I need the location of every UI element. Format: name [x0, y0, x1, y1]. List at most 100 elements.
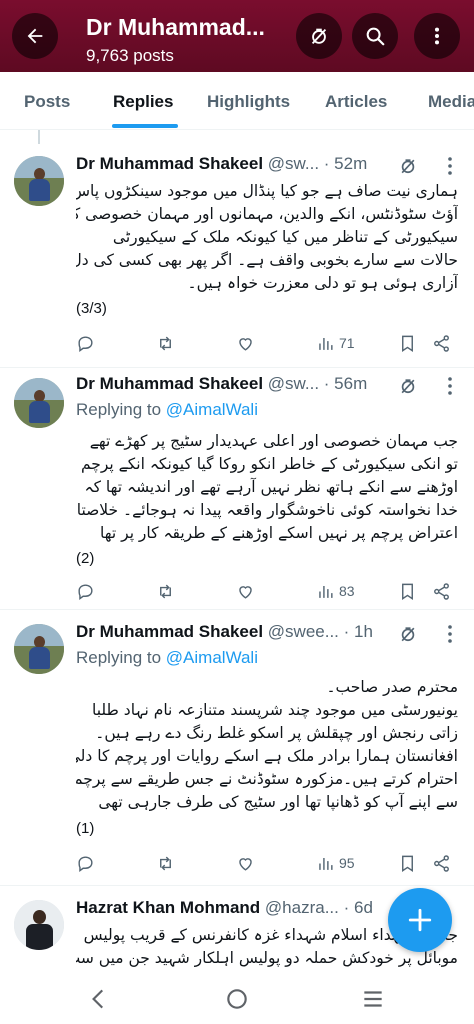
tweet-text-line: تو انکی سیکیورٹی کے خاطر انکو روکا گیا ک…: [80, 455, 458, 473]
views-count: 83: [339, 583, 355, 599]
more-icon[interactable]: [446, 376, 454, 396]
nav-recents-icon[interactable]: [360, 986, 386, 1012]
author-handle[interactable]: @swee...: [268, 622, 339, 641]
tweet-text: جب مہمان خصوصی اور اعلی عہدیدار سٹیج پر …: [76, 430, 458, 545]
author-name[interactable]: Dr Muhammad Shakeel: [76, 154, 263, 173]
retweet-button[interactable]: [156, 852, 175, 874]
avatar[interactable]: [14, 156, 64, 206]
tab-media[interactable]: Media: [428, 92, 474, 112]
author-name[interactable]: Dr Muhammad Shakeel: [76, 374, 263, 393]
like-button[interactable]: [236, 580, 255, 602]
nav-back-icon[interactable]: [86, 986, 112, 1012]
tweet-text-line: احترام کرتے ہیں۔مزکورہ سٹوڈنٹ نے جس طریق…: [76, 770, 458, 788]
views-button[interactable]: 95: [316, 852, 355, 874]
heart-icon: [239, 857, 252, 871]
system-navbar: [0, 974, 474, 1024]
tweet-text: ہماری نیت صاف ہے جو کیا پنڈال میں موجود …: [76, 180, 458, 295]
tweet[interactable]: Dr Muhammad Shakeel @swee... · 1h Replyi…: [0, 610, 474, 886]
author-handle[interactable]: @sw...: [268, 154, 319, 173]
replying-to: Replying to @AimalWali: [76, 648, 258, 668]
bookmark-button[interactable]: [398, 852, 417, 874]
plus-icon: [408, 908, 432, 932]
reply-button[interactable]: [76, 580, 95, 602]
bookmark-button[interactable]: [398, 580, 417, 602]
replying-to-mention[interactable]: @AimalWali: [166, 400, 258, 419]
page-title: Dr Muhammad...: [86, 14, 265, 40]
share-button[interactable]: [432, 332, 451, 354]
more-icon[interactable]: [446, 156, 454, 176]
author-name[interactable]: Hazrat Khan Mohmand: [76, 898, 260, 917]
more-button[interactable]: [414, 13, 460, 59]
retweet-icon: [160, 336, 171, 350]
author-handle[interactable]: @hazra...: [265, 898, 339, 917]
compose-button[interactable]: [388, 888, 452, 952]
thread-counter: (1): [76, 820, 95, 837]
share-button[interactable]: [432, 852, 451, 874]
back-button[interactable]: [12, 13, 58, 59]
tab-replies[interactable]: Replies: [113, 92, 173, 112]
reply-button[interactable]: [76, 332, 95, 354]
tweet-time[interactable]: · 1h: [344, 622, 373, 641]
views-icon: [319, 337, 333, 350]
grok-icon[interactable]: [398, 624, 418, 644]
avatar[interactable]: [14, 378, 64, 428]
avatar[interactable]: [14, 900, 64, 950]
bookmark-icon: [402, 335, 413, 352]
tweet-text-line: حالات سے سارے بخوبی واقف ہے۔ اگر پھر بھی…: [76, 251, 458, 269]
grok-icon[interactable]: [398, 156, 418, 176]
tweet[interactable]: Dr Muhammad Shakeel @sw... · 52m ہماری ن…: [0, 136, 474, 368]
share-icon: [434, 334, 449, 352]
tweet-text-line: سیکیورٹی کے تناظر میں کیا کیونکہ ملک کے …: [112, 228, 458, 246]
tweet-actions: 71: [76, 332, 460, 354]
replying-to-mention[interactable]: @AimalWali: [166, 648, 258, 667]
bookmark-button[interactable]: [398, 332, 417, 354]
author-name[interactable]: Dr Muhammad Shakeel: [76, 622, 263, 641]
search-icon: [366, 27, 385, 46]
tweet-actions: 95: [76, 852, 460, 874]
reply-icon: [78, 855, 93, 872]
reply-icon: [78, 583, 93, 600]
like-button[interactable]: [236, 332, 255, 354]
search-button[interactable]: [352, 13, 398, 59]
mute-button[interactable]: [296, 13, 342, 59]
tweet-actions: 83: [76, 580, 460, 602]
tweet-text-line: ہماری نیت صاف ہے جو کیا پنڈال میں موجود …: [76, 182, 458, 200]
retweet-button[interactable]: [156, 332, 175, 354]
nav-home-icon[interactable]: [224, 986, 250, 1012]
more-icon[interactable]: [446, 624, 454, 644]
tab-highlights[interactable]: Highlights: [207, 92, 290, 112]
author-handle[interactable]: @sw...: [268, 374, 319, 393]
avatar[interactable]: [14, 624, 64, 674]
bookmark-icon: [402, 583, 413, 600]
like-button[interactable]: [236, 852, 255, 874]
retweet-button[interactable]: [156, 580, 175, 602]
tweet-author-row: Dr Muhammad Shakeel @swee... · 1h: [76, 622, 373, 644]
views-button[interactable]: 71: [316, 332, 355, 354]
more-vertical-icon: [434, 27, 440, 45]
tweet-time[interactable]: · 6d: [344, 898, 373, 917]
tweet-text: محترم صدر صاحب۔ یونیورسٹی میں موجود چند …: [76, 676, 458, 814]
tweet-text-line: یونیورسٹی میں موجود چند شرپسند متنازعہ ن…: [92, 701, 458, 719]
reply-button[interactable]: [76, 852, 95, 874]
retweet-icon: [160, 584, 171, 598]
tab-posts[interactable]: Posts: [24, 92, 70, 112]
views-icon: [319, 585, 333, 598]
tweet-author-row: Hazrat Khan Mohmand @hazra... · 6d: [76, 898, 373, 920]
tweet[interactable]: Dr Muhammad Shakeel @sw... · 56m Replyin…: [0, 368, 474, 610]
tweet-text-line: سے اپنے آپ کو ڈھانپا تھا اور سٹیج کی طرف…: [98, 793, 458, 811]
tweet-time[interactable]: · 52m: [324, 154, 367, 173]
back-arrow-icon: [27, 28, 43, 44]
tweet-text-line: موبائل پر خودکش حملہ دو پولیس اہلکار شہی…: [76, 949, 458, 967]
tweet-text-line: اوڑھنے سے انکے ہاتھ نظر نہیں آرہے تھے او…: [84, 478, 459, 496]
heart-icon: [239, 585, 252, 599]
tweet-time[interactable]: · 56m: [324, 374, 367, 393]
tweet-text-line: خدا نخواستہ کوئی ناخوشگوار واقعہ پیدا نہ…: [76, 501, 458, 519]
grok-icon[interactable]: [398, 376, 418, 396]
tweet-text-line: آزاری ہوئی ہو تو دلی معزرت خواہ ہیں۔: [187, 274, 458, 292]
tab-articles[interactable]: Articles: [325, 92, 387, 112]
views-button[interactable]: 83: [316, 580, 355, 602]
share-icon: [434, 582, 449, 600]
share-button[interactable]: [432, 580, 451, 602]
tweet-text-line: افغانستان ہمارا برادر ملک ہے اسکے روایات…: [76, 747, 458, 765]
tweet-text-line: جب مہمان خصوصی اور اعلی عہدیدار سٹیج پر …: [89, 432, 458, 450]
